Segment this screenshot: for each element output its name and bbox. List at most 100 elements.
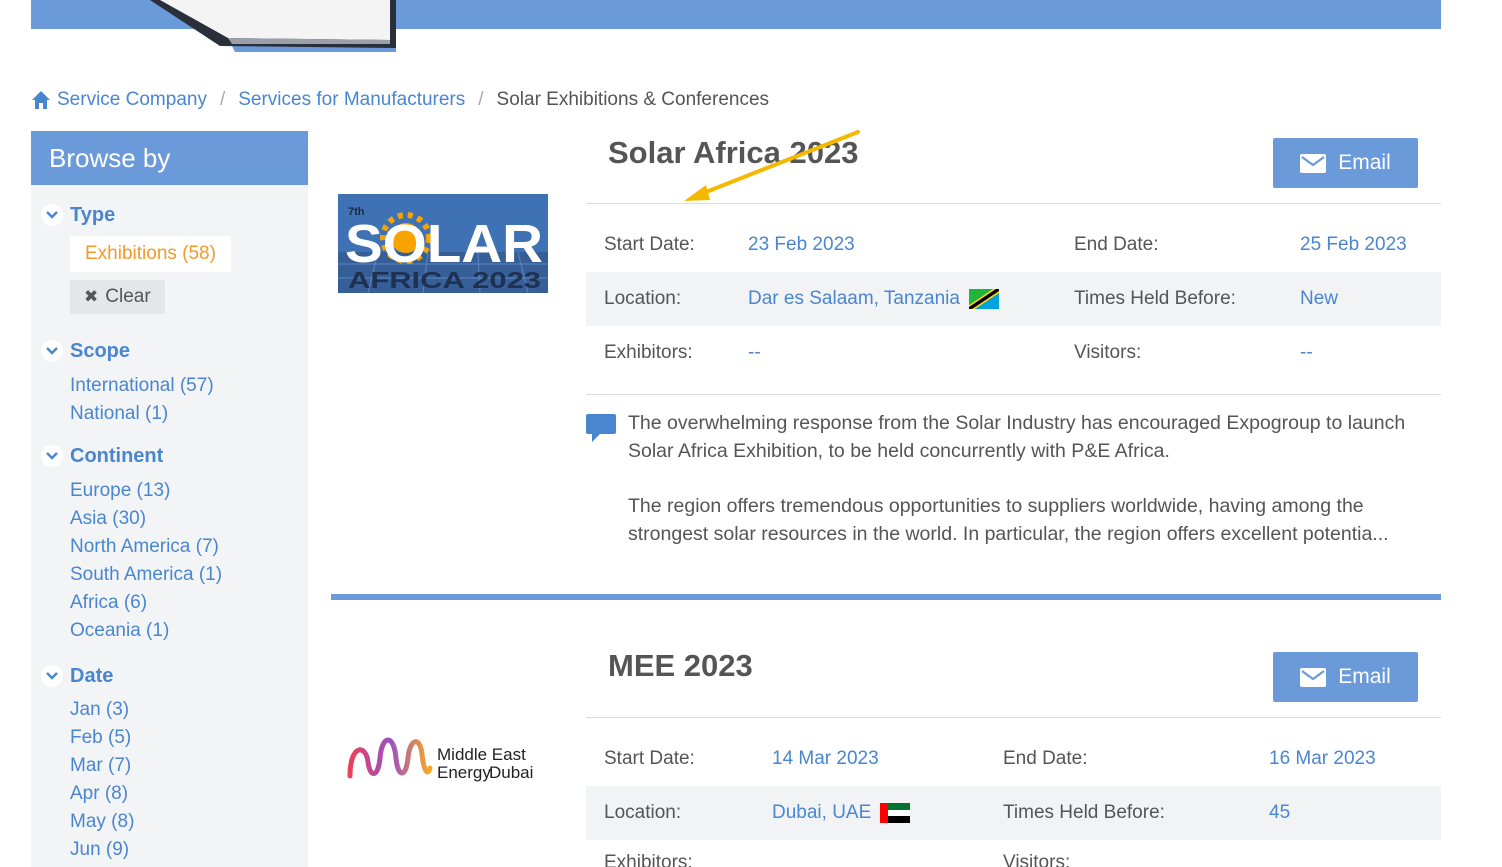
filter-item[interactable]: Jun (9) [70, 836, 308, 864]
mee-logo[interactable]: Middle East Energy Dubai [346, 728, 546, 784]
filter-item[interactable]: Feb (5) [70, 724, 308, 752]
svg-text:Energy: Energy [437, 763, 491, 782]
filter-group-type: Type Exhibitions (58) ✖ Clear [31, 201, 308, 314]
chevron-down-icon [41, 665, 63, 687]
location-link[interactable]: Dubai, UAE [772, 802, 911, 824]
filter-item[interactable]: Apr (8) [70, 780, 308, 808]
visitors-label: Visitors: [1003, 852, 1071, 867]
close-icon: ✖ [84, 287, 99, 306]
email-label: Email [1338, 665, 1391, 688]
filter-item[interactable]: Mar (7) [70, 752, 308, 780]
envelope-icon [1300, 153, 1327, 173]
event-description: The overwhelming response from the Solar… [586, 409, 1441, 548]
visitors-label: Visitors: [1074, 342, 1142, 363]
filter-toggle-continent[interactable]: Continent [31, 442, 308, 470]
start-date-label: Start Date: [604, 748, 695, 769]
comment-icon [586, 414, 616, 442]
filter-item[interactable]: South America (1) [70, 561, 308, 589]
chevron-down-icon [41, 340, 63, 362]
event-card: Middle East Energy Dubai MEE 2023 Email … [331, 640, 1441, 867]
filter-group-date: Date Jan (3) Feb (5) Mar (7) Apr (8) May… [31, 662, 308, 864]
event-details: Start Date: 23 Feb 2023 End Date: 25 Feb… [586, 203, 1441, 395]
detail-row-location: Location: Dar es Salaam, Tanzania Times … [586, 272, 1441, 326]
filter-title: Type [70, 203, 116, 226]
detail-row-attendance: Exhibitors: Visitors: [586, 840, 1441, 867]
location-value: Dar es Salaam, Tanzania [748, 288, 960, 309]
breadcrumb-separator: / [478, 89, 484, 110]
description-paragraph: The region offers tremendous opportuniti… [628, 495, 1389, 545]
filter-item[interactable]: Europe (13) [70, 477, 308, 505]
event-card: 7th SOLAR AFRICA 2023 Solar Africa 2023 … [331, 131, 1441, 591]
svg-text:AFRICA 2023: AFRICA 2023 [348, 267, 541, 293]
email-label: Email [1338, 151, 1391, 174]
filter-toggle-date[interactable]: Date [31, 662, 308, 690]
breadcrumb-home-link[interactable]: Service Company [57, 89, 207, 111]
clear-filter-button[interactable]: ✖ Clear [70, 280, 165, 314]
end-date-value[interactable]: 25 Feb 2023 [1300, 234, 1407, 256]
end-date-label: End Date: [1074, 234, 1159, 255]
breadcrumb-separator: / [219, 89, 226, 110]
breadcrumb-current: Solar Exhibitions & Conferences [496, 89, 770, 110]
filter-title: Continent [70, 444, 164, 467]
envelope-icon [1300, 667, 1327, 687]
browse-sidebar: Browse by Type Exhibitions (58) ✖ Clear … [31, 131, 308, 867]
breadcrumb: Service Company / Services for Manufactu… [31, 86, 769, 114]
times-held-label: Times Held Before: [1003, 802, 1165, 823]
svg-text:Dubai: Dubai [489, 763, 533, 782]
start-date-value[interactable]: 14 Mar 2023 [772, 748, 879, 770]
filter-item[interactable]: Jan (3) [70, 696, 308, 724]
filter-group-continent: Continent Europe (13) Asia (30) North Am… [31, 442, 308, 645]
chevron-down-icon [41, 204, 63, 226]
end-date-value[interactable]: 16 Mar 2023 [1269, 748, 1376, 770]
email-button[interactable]: Email [1273, 652, 1418, 702]
detail-row-dates: Start Date: 23 Feb 2023 End Date: 25 Feb… [586, 218, 1441, 272]
location-label: Location: [604, 802, 682, 823]
clear-label: Clear [105, 286, 151, 307]
filter-item[interactable]: May (8) [70, 808, 308, 836]
times-held-value[interactable]: 45 [1269, 802, 1290, 824]
filter-group-scope: Scope International (57) National (1) [31, 337, 308, 428]
detail-row-dates: Start Date: 14 Mar 2023 End Date: 16 Mar… [586, 732, 1441, 786]
filter-toggle-type[interactable]: Type [31, 201, 308, 229]
exhibitors-label: Exhibitors: [604, 342, 693, 363]
filter-title: Date [70, 664, 114, 687]
filter-item[interactable]: National (1) [70, 400, 308, 428]
filter-item[interactable]: Asia (30) [70, 505, 308, 533]
breadcrumb-manufacturers-link[interactable]: Services for Manufacturers [238, 89, 465, 111]
location-label: Location: [604, 288, 682, 309]
email-button[interactable]: Email [1273, 138, 1418, 188]
detail-row-attendance: Exhibitors: -- Visitors: -- [586, 326, 1441, 380]
start-date-value[interactable]: 23 Feb 2023 [748, 234, 855, 256]
event-divider [331, 594, 1441, 600]
filter-item[interactable]: International (57) [70, 372, 308, 400]
exhibitors-value[interactable]: -- [748, 342, 761, 364]
event-details: Start Date: 14 Mar 2023 End Date: 16 Mar… [586, 717, 1441, 867]
svg-text:SOLAR: SOLAR [345, 214, 543, 274]
description-paragraph: The overwhelming response from the Solar… [628, 412, 1406, 462]
solar-africa-logo[interactable]: 7th SOLAR AFRICA 2023 [338, 194, 548, 293]
end-date-label: End Date: [1003, 748, 1088, 769]
start-date-label: Start Date: [604, 234, 695, 255]
visitors-value[interactable]: -- [1300, 342, 1313, 364]
event-title[interactable]: MEE 2023 [608, 648, 753, 684]
uae-flag-icon [880, 803, 911, 823]
sidebar-heading: Browse by [31, 131, 308, 185]
filter-active-exhibitions[interactable]: Exhibitions (58) [70, 236, 231, 272]
times-held-label: Times Held Before: [1074, 288, 1236, 309]
location-value: Dubai, UAE [772, 802, 872, 823]
filter-item[interactable]: North America (7) [70, 533, 308, 561]
annotation-arrow [684, 130, 860, 201]
banner-device-image [140, 0, 396, 52]
filter-toggle-scope[interactable]: Scope [31, 337, 308, 365]
chevron-down-icon [41, 445, 63, 467]
times-held-value[interactable]: New [1300, 288, 1338, 310]
filter-title: Scope [70, 339, 131, 362]
filter-item[interactable]: Africa (6) [70, 589, 308, 617]
location-link[interactable]: Dar es Salaam, Tanzania [748, 288, 999, 310]
svg-text:Middle East: Middle East [437, 745, 526, 764]
home-icon[interactable] [31, 90, 51, 110]
detail-row-location: Location: Dubai, UAE Times Held Before: … [586, 786, 1441, 840]
exhibitors-label: Exhibitors: [604, 852, 693, 867]
filter-item[interactable]: Oceania (1) [70, 617, 308, 645]
tanzania-flag-icon [968, 289, 999, 309]
